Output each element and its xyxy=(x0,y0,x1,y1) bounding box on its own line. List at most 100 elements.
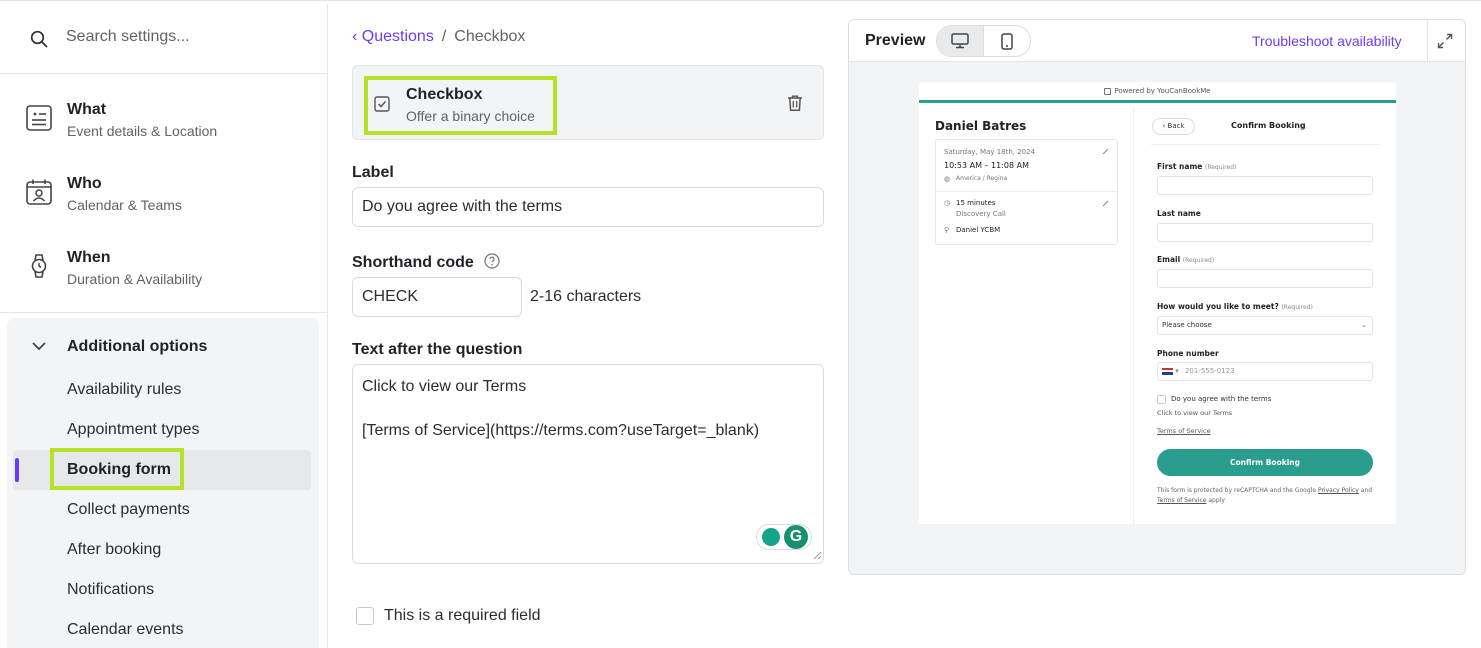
last-name-field[interactable] xyxy=(1157,223,1373,242)
meet-select-value: Please choose xyxy=(1162,321,1212,329)
divider xyxy=(936,191,1117,192)
device-toggle xyxy=(936,25,1031,57)
nav-item-title: Who xyxy=(67,175,102,192)
field-label: Last name xyxy=(1157,209,1201,218)
sidebar-item-label: Calendar events xyxy=(67,621,184,638)
label-input-value: Do you agree with the terms xyxy=(362,198,563,215)
desktop-view-button[interactable] xyxy=(937,26,984,56)
back-button[interactable]: ‹ Back xyxy=(1152,118,1195,135)
email-label: Email (Required) xyxy=(1157,255,1214,264)
question-type-card: Checkbox Offer a binary choice xyxy=(352,65,824,140)
mobile-view-button[interactable] xyxy=(984,26,1030,56)
breadcrumb-back-link[interactable]: ‹ Questions xyxy=(352,28,434,45)
search-bar xyxy=(0,4,327,74)
phone-icon xyxy=(1001,33,1013,50)
search-input[interactable] xyxy=(66,28,306,46)
phone-field[interactable]: ▾ 201-555-0123 xyxy=(1157,362,1373,381)
nav-item-when[interactable]: When Duration & Availability xyxy=(0,237,327,301)
calendar-icon xyxy=(1104,87,1112,95)
trash-icon[interactable] xyxy=(786,94,804,112)
required-tag: (Required) xyxy=(1182,257,1215,264)
agree-label: Do you agree with the terms xyxy=(1171,395,1272,403)
field-label: How would you like to meet? xyxy=(1157,302,1279,311)
lightbulb-icon[interactable] xyxy=(762,528,780,546)
booking-timezone: America / Regina xyxy=(956,175,1008,182)
chevron-down-icon xyxy=(32,342,46,351)
question-type-title: Checkbox xyxy=(406,86,483,103)
required-checkbox[interactable] xyxy=(356,607,374,625)
preview-title: Preview xyxy=(865,32,926,49)
meet-select[interactable]: Please choose ⌄ xyxy=(1157,316,1373,335)
text-after-textarea[interactable]: Click to view our Terms [Terms of Servic… xyxy=(352,364,824,564)
agree-checkbox[interactable] xyxy=(1157,395,1166,404)
monitor-icon xyxy=(951,33,969,49)
booking-type: Discovery Call xyxy=(956,210,1006,218)
back-label: Back xyxy=(1167,122,1185,130)
highlight-box xyxy=(50,448,184,490)
breadcrumb-current: Checkbox xyxy=(454,28,526,45)
terms-of-service-link[interactable]: Terms of Service xyxy=(1157,497,1206,504)
legal-prefix: This form is protected by reCAPTCHA and … xyxy=(1157,487,1317,494)
booking-details-box: Saturday, May 18th, 2024 10:53 AM – 11:0… xyxy=(935,139,1118,245)
nav-item-subtitle: Duration & Availability xyxy=(67,271,203,287)
field-label: Phone number xyxy=(1157,349,1219,358)
booking-form-preview: ‹ Back Confirm Booking First name (Requi… xyxy=(1135,106,1396,524)
shorthand-hint: 2-16 characters xyxy=(530,288,642,305)
additional-options-label: Additional options xyxy=(67,338,208,355)
nav-item-subtitle: Calendar & Teams xyxy=(67,197,182,213)
privacy-policy-link[interactable]: Privacy Policy xyxy=(1318,487,1359,494)
click-terms-text: Click to view our Terms xyxy=(1157,409,1233,417)
meet-label: How would you like to meet? (Required) xyxy=(1157,302,1313,311)
sidebar-item-label: Notifications xyxy=(67,581,155,598)
booking-summary: Daniel Batres Saturday, May 18th, 2024 1… xyxy=(919,106,1134,524)
edit-icon[interactable] xyxy=(1102,200,1109,207)
first-name-field[interactable] xyxy=(1157,176,1373,195)
nav-item-who[interactable]: Who Calendar & Teams xyxy=(0,163,327,227)
sidebar-item-collect-payments[interactable]: Collect payments xyxy=(7,490,319,530)
label-input[interactable]: Do you agree with the terms xyxy=(352,187,824,227)
confirm-button-label: Confirm Booking xyxy=(1230,458,1300,467)
nav-item-what[interactable]: What Event details & Location xyxy=(0,89,327,153)
legal-text: This form is protected by reCAPTCHA and … xyxy=(1157,486,1377,506)
required-tag: (Required) xyxy=(1281,304,1313,311)
breadcrumb: ‹ Questions / Checkbox xyxy=(352,28,525,46)
booking-person: Daniel YCBM xyxy=(956,226,1001,234)
checkbox-icon xyxy=(374,96,390,112)
sidebar-item-appointment-types[interactable]: Appointment types xyxy=(7,410,319,450)
edit-icon[interactable] xyxy=(1102,148,1109,155)
preview-panel: Preview Troubleshoot availability Powere… xyxy=(848,19,1466,575)
powered-by-bar: Powered by YouCanBookMe xyxy=(919,82,1396,103)
sidebar-item-calendar-events[interactable]: Calendar events xyxy=(7,610,319,648)
search-icon xyxy=(30,30,48,48)
resize-handle-icon[interactable] xyxy=(812,550,822,560)
clock-icon: ◷ xyxy=(944,199,951,207)
watch-icon xyxy=(31,254,47,278)
email-field[interactable] xyxy=(1157,269,1373,288)
required-tag: (Required) xyxy=(1204,164,1237,171)
nav-item-title: What xyxy=(67,101,107,118)
phone-placeholder: 201-555-0123 xyxy=(1184,367,1235,375)
shorthand-input[interactable]: CHECK xyxy=(352,277,522,317)
booking-time: 10:53 AM – 11:08 AM xyxy=(944,161,1030,170)
booking-duration: 15 minutes xyxy=(956,199,996,207)
expand-icon[interactable] xyxy=(1437,33,1453,49)
divider xyxy=(1427,20,1428,62)
help-icon[interactable] xyxy=(484,253,500,269)
additional-options-toggle[interactable]: Additional options xyxy=(7,328,319,364)
shorthand-field-title: Shorthand code xyxy=(352,254,474,271)
first-name-label: First name (Required) xyxy=(1157,162,1236,171)
document-icon xyxy=(26,105,52,131)
sidebar-item-label: Collect payments xyxy=(67,501,190,518)
sidebar-item-notifications[interactable]: Notifications xyxy=(7,570,319,610)
main-nav: What Event details & Location Who Calend… xyxy=(0,75,327,313)
sidebar-item-after-booking[interactable]: After booking xyxy=(7,530,319,570)
calendar-user-icon xyxy=(26,179,52,205)
grammarly-icon[interactable]: G xyxy=(784,525,808,549)
troubleshoot-link[interactable]: Troubleshoot availability xyxy=(1252,33,1402,49)
terms-link[interactable]: Terms of Service xyxy=(1157,427,1211,435)
sidebar-item-availability-rules[interactable]: Availability rules xyxy=(7,370,319,410)
confirm-booking-button[interactable]: Confirm Booking xyxy=(1157,449,1373,476)
question-type-subtitle: Offer a binary choice xyxy=(406,108,535,124)
booking-page-preview: Powered by YouCanBookMe Daniel Batres Sa… xyxy=(919,82,1396,524)
user-icon: ⚲ xyxy=(944,226,950,234)
